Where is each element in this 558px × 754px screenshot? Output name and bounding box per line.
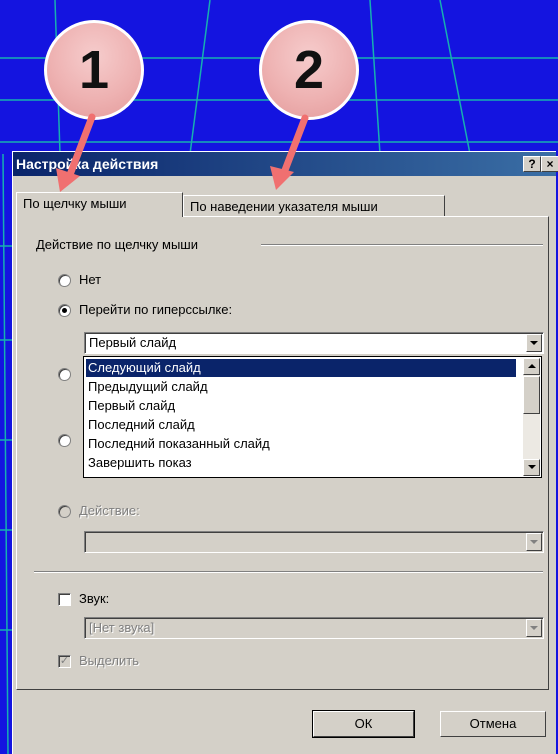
arrow-2-head [270,166,294,190]
callout-arrows [56,113,309,192]
arrow-2 [278,114,309,182]
arrow-1 [64,113,96,184]
